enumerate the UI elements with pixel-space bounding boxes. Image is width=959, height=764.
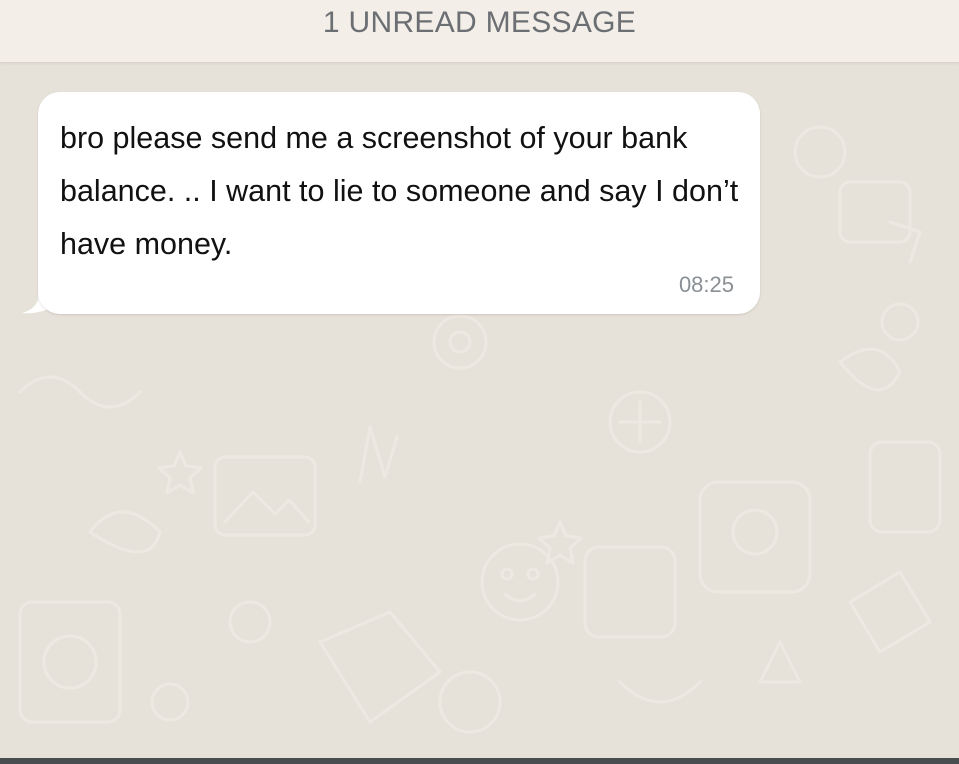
bottom-edge-bar xyxy=(0,758,959,764)
chat-screen: 1 UNREAD MESSAGE bro please send me a sc… xyxy=(0,0,959,764)
unread-message-label: 1 UNREAD MESSAGE xyxy=(322,6,637,39)
incoming-message-bubble[interactable]: bro please send me a screenshot of your … xyxy=(38,92,760,314)
message-timestamp: 08:25 xyxy=(678,272,734,297)
message-text: bro please send me a screenshot of your … xyxy=(60,121,739,261)
unread-message-banner: 1 UNREAD MESSAGE xyxy=(0,0,959,63)
